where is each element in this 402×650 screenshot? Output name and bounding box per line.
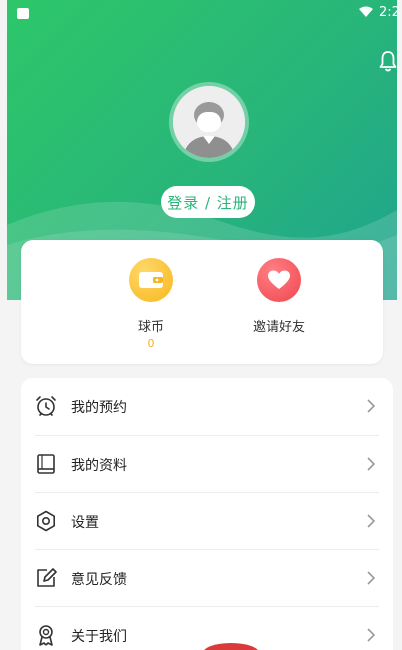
menu-item-label: 关于我们 (71, 628, 127, 645)
menu-item-label: 意见反馈 (71, 571, 127, 588)
chevron-right-icon (367, 514, 375, 528)
menu-card: 我的预约 我的资料 设置 意见反馈 关于我们 (21, 378, 393, 650)
menu-item-about[interactable]: 关于我们 (21, 607, 393, 650)
ribbon-icon (39, 625, 53, 646)
avatar[interactable] (173, 86, 245, 158)
status-bar: 2:21 (7, 0, 397, 26)
book-icon (37, 454, 55, 474)
menu-item-label: 我的预约 (71, 399, 127, 416)
notification-icon (17, 8, 29, 19)
menu-item-label: 我的资料 (71, 457, 127, 474)
alarm-clock-icon (36, 396, 56, 416)
gear-icon (37, 510, 55, 532)
invite-friends-action[interactable]: 邀请好友 (229, 258, 329, 335)
bell-icon[interactable] (379, 50, 397, 72)
chevron-right-icon (367, 399, 375, 413)
menu-item-label: 设置 (71, 514, 99, 531)
heart-icon (257, 258, 301, 302)
app-screen: 2:21 登录 / 注册 (7, 0, 397, 650)
chevron-right-icon (367, 457, 375, 471)
default-avatar-icon (173, 86, 245, 158)
status-time: 2:21 (379, 5, 397, 20)
menu-item-profile[interactable]: 我的资料 (21, 436, 393, 493)
wallet-icon (129, 258, 173, 302)
login-register-button[interactable]: 登录 / 注册 (161, 186, 255, 218)
coins-label: 球币 (137, 320, 164, 335)
wifi-icon (359, 6, 373, 17)
menu-item-appointments[interactable]: 我的预约 (21, 378, 393, 435)
chevron-right-icon (367, 628, 375, 642)
coins-action[interactable]: 球币 0 (101, 258, 201, 350)
chevron-right-icon (367, 571, 375, 585)
quick-actions-card: 球币 0 邀请好友 (21, 240, 383, 364)
invite-friends-label: 邀请好友 (252, 320, 305, 335)
menu-item-settings[interactable]: 设置 (21, 493, 393, 550)
edit-icon (37, 568, 57, 587)
coins-value: 0 (147, 337, 155, 350)
menu-item-feedback[interactable]: 意见反馈 (21, 550, 393, 607)
